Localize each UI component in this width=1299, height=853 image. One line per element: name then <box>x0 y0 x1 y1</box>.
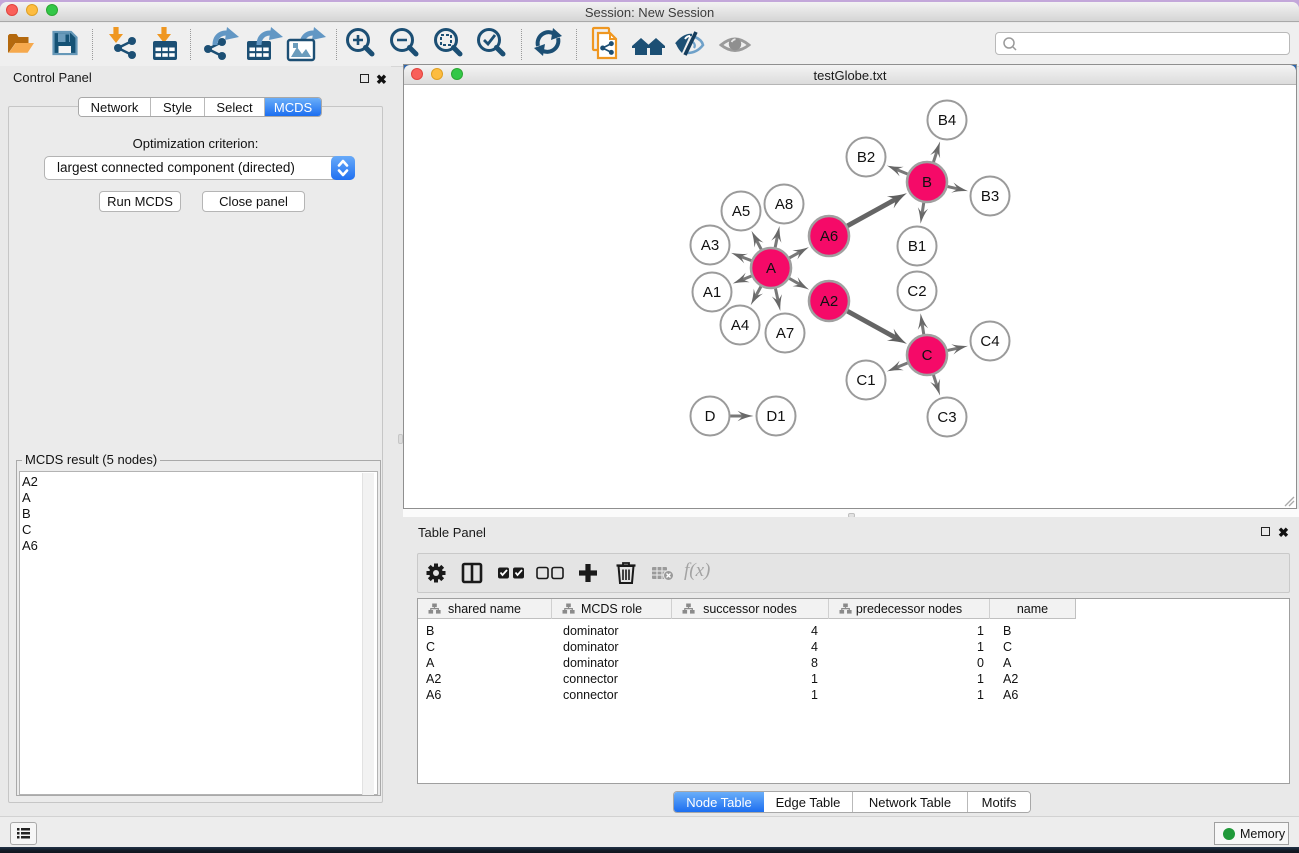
svg-text:A8: A8 <box>775 196 793 213</box>
svg-text:A1: A1 <box>703 284 721 301</box>
svg-text:C1: C1 <box>856 372 875 389</box>
svg-text:A: A <box>766 260 776 277</box>
svg-text:D: D <box>705 408 716 425</box>
svg-text:C3: C3 <box>937 409 956 426</box>
svg-text:B: B <box>922 174 932 191</box>
svg-text:A3: A3 <box>701 237 719 254</box>
svg-text:A2: A2 <box>820 293 838 310</box>
svg-text:A4: A4 <box>731 317 749 334</box>
svg-text:D1: D1 <box>766 408 785 425</box>
svg-text:B1: B1 <box>908 238 926 255</box>
svg-text:C4: C4 <box>980 333 999 350</box>
svg-text:A5: A5 <box>732 203 750 220</box>
svg-text:B2: B2 <box>857 149 875 166</box>
svg-text:C: C <box>922 347 933 364</box>
svg-text:B4: B4 <box>938 112 956 129</box>
svg-text:A7: A7 <box>776 325 794 342</box>
svg-text:C2: C2 <box>907 283 926 300</box>
svg-text:A6: A6 <box>820 228 838 245</box>
svg-text:B3: B3 <box>981 188 999 205</box>
